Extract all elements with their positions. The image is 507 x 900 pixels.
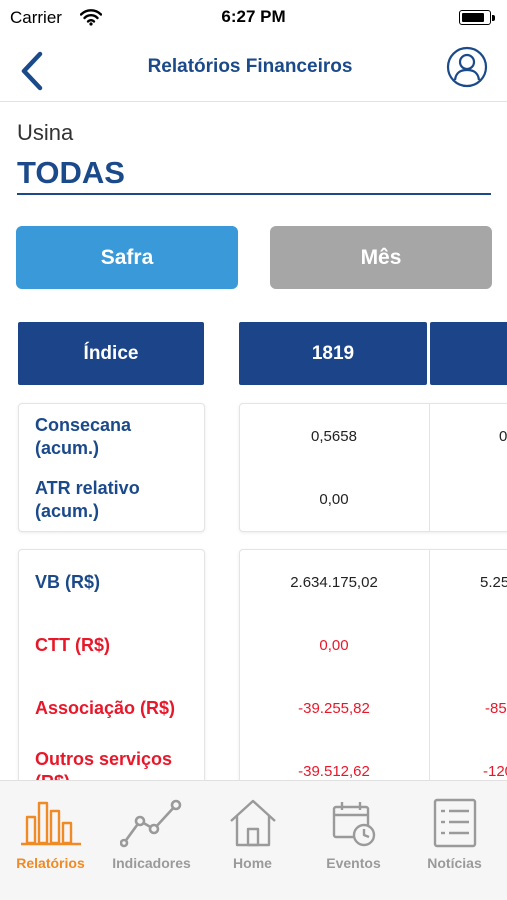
row-label-vb: VB (R$) (35, 572, 101, 592)
column-divider (429, 404, 430, 531)
tab-relatorios[interactable]: Relatórios (0, 781, 101, 900)
battery-icon (459, 10, 491, 25)
tab-home[interactable]: Home (202, 781, 303, 900)
value-cell: 0,00 (319, 637, 349, 654)
page-title: Relatórios Financeiros (147, 56, 353, 77)
column-divider (429, 550, 430, 788)
value-cell: -39.255,82 (298, 700, 370, 717)
tab-bar: Relatórios Indicadores Home Eventos Notí… (0, 780, 507, 900)
profile-icon[interactable] (446, 46, 488, 88)
tab-label: Eventos (326, 855, 381, 871)
battery-tip (492, 15, 495, 21)
mes-button[interactable]: Mês (270, 226, 492, 289)
tab-label: Indicadores (112, 855, 191, 871)
usina-selector[interactable]: TODAS (17, 155, 125, 191)
safra-button[interactable]: Safra (16, 226, 238, 289)
index-card: VB (R$) CTT (R$) Associação (R$) Outros … (18, 549, 205, 792)
value-cell: 0 (499, 428, 507, 445)
row-label-consecana: Consecana (acum.) (35, 415, 132, 458)
value-cell: -120 (483, 763, 507, 780)
row-label-ctt: CTT (R$) (35, 635, 110, 655)
value-cell: 2.634.175,02 (290, 574, 378, 591)
tab-noticias[interactable]: Notícias (404, 781, 505, 900)
usina-label: Usina (17, 120, 74, 145)
table-header-column: 1819 (239, 322, 427, 385)
value-cell: -85 (485, 700, 507, 717)
news-list-icon (433, 798, 476, 848)
tab-indicadores[interactable]: Indicadores (101, 781, 202, 900)
bar-chart-icon (20, 801, 81, 846)
value-cell: 0,00 (319, 491, 349, 508)
calendar-clock-icon (332, 802, 375, 847)
value-cell: 0,5658 (311, 428, 357, 445)
status-bar: Carrier 6:27 PM (0, 0, 507, 36)
navigation-bar: Relatórios Financeiros (0, 36, 507, 102)
tab-label: Home (233, 855, 272, 871)
values-card: 2.634.175,02 5.25 0,00 -39.255,82 -85 -3… (239, 549, 507, 789)
table-header-indice: Índice (18, 322, 204, 385)
tab-label: Notícias (427, 855, 482, 871)
value-cell: 5.25 (480, 574, 507, 591)
row-label-atr-relativo: ATR relativo (acum.) (35, 478, 140, 521)
values-card: 0,5658 0 0,00 (239, 403, 507, 532)
tab-label: Relatórios (16, 855, 85, 871)
value-cell: -39.512,62 (298, 763, 370, 780)
index-card: Consecana (acum.) ATR relativo (acum.) (18, 403, 205, 532)
table-header-column: 1 (430, 322, 507, 385)
line-chart-icon (119, 799, 181, 848)
home-icon (229, 799, 276, 847)
usina-underline (17, 193, 491, 195)
tab-eventos[interactable]: Eventos (303, 781, 404, 900)
status-time: 6:27 PM (221, 7, 286, 26)
row-label-associacao: Associação (R$) (35, 698, 176, 718)
